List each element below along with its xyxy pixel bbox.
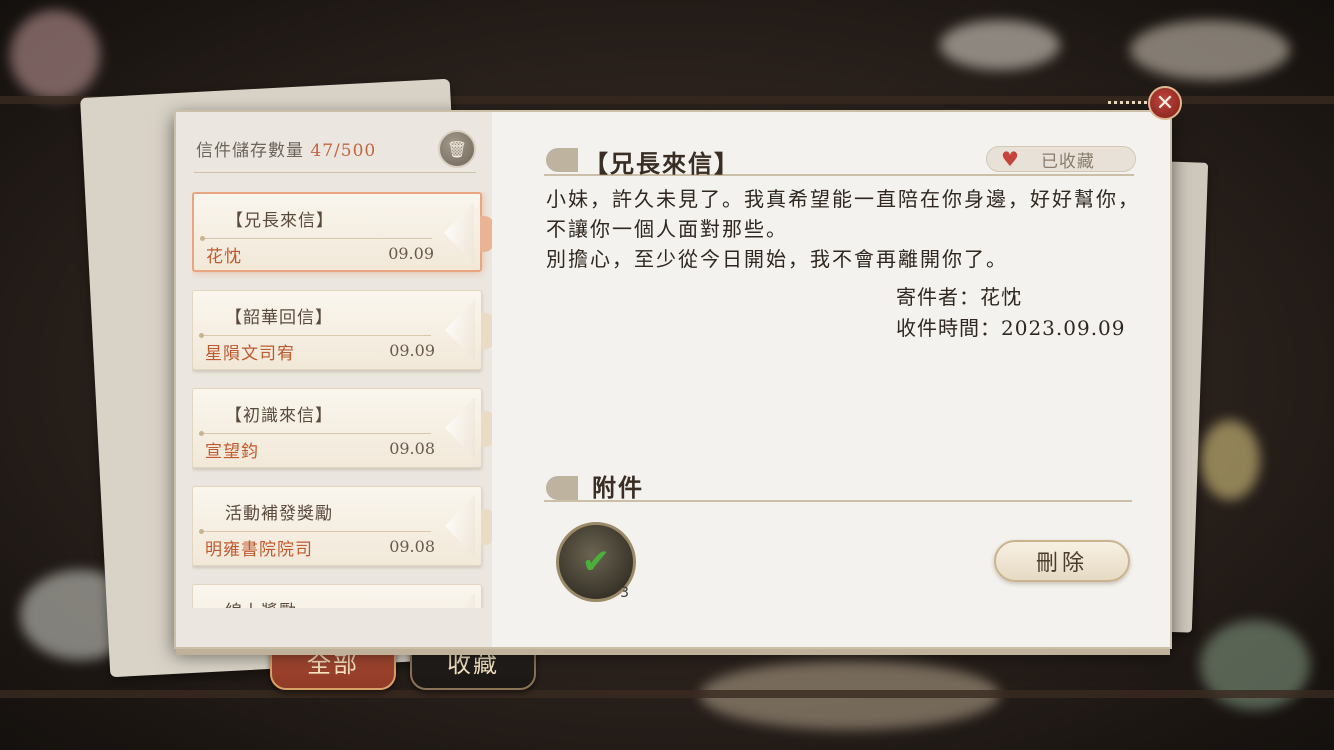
mail-date: 09.08 — [389, 439, 435, 458]
bg-decor — [1200, 420, 1260, 500]
bg-shelf — [0, 690, 1334, 698]
attachment-quantity: 3 — [620, 585, 629, 601]
mail-title: 【韶華回信】 — [225, 308, 333, 328]
delete-all-button[interactable]: 🗑 — [438, 130, 476, 168]
mail-list-column: 信件儲存數量 47/500 🗑 【兄長來信】 花忱 09.09 【韶華回信】 星… — [176, 112, 492, 647]
mail-item[interactable]: 【韶華回信】 星隕文司宥 09.09 — [192, 290, 492, 370]
bg-decor — [1130, 20, 1290, 80]
favorite-toggle[interactable]: ♥ 已收藏 — [986, 146, 1136, 172]
letter-body: 小妹，許久未見了。我真希望能一直陪在你身邊，好好幫你，不讓你一個人面對那些。 別… — [546, 184, 1146, 274]
letter-title: 【兄長來信】 — [584, 149, 740, 178]
mail-sender: 花忱 — [206, 247, 242, 267]
sender-line: 寄件者：花忱 — [896, 285, 1022, 309]
envelope-fold — [445, 299, 475, 361]
envelope-tab — [481, 411, 492, 447]
divider — [199, 431, 431, 436]
letter-content: 【兄長來信】 ♥ 已收藏 小妹，許久未見了。我真希望能一直陪在你身邊，好好幫你，… — [492, 112, 1170, 647]
bg-decor — [940, 20, 1060, 70]
divider — [194, 172, 476, 173]
letter-paragraph: 小妹，許久未見了。我真希望能一直陪在你身邊，好好幫你，不讓你一個人面對那些。 — [546, 187, 1140, 241]
mail-title: 【兄長來信】 — [226, 211, 334, 231]
mail-sender: 星隕文司宥 — [205, 344, 295, 364]
heart-icon: ♥ — [1001, 147, 1019, 171]
storage-value: 47/500 — [310, 141, 377, 161]
divider — [199, 529, 431, 534]
attachment-item[interactable]: ✔ 3 — [556, 522, 636, 602]
envelope-fold — [444, 202, 474, 264]
divider — [200, 236, 432, 241]
scroll-ornament — [546, 148, 578, 172]
trash-icon: 🗑 — [446, 139, 468, 159]
mail-sender: 宣望鈞 — [205, 442, 259, 462]
mail-date: 09.09 — [388, 244, 434, 263]
letter-signature: 寄件者：花忱 收件時間：2023.09.09 — [896, 282, 1126, 344]
received-time: 收件時間：2023.09.09 — [896, 316, 1126, 340]
mail-item[interactable]: 【兄長來信】 花忱 09.09 — [192, 192, 492, 272]
close-button[interactable]: ✕ — [1148, 86, 1182, 120]
mail-panel: 信件儲存數量 47/500 🗑 【兄長來信】 花忱 09.09 【韶華回信】 星… — [174, 110, 1172, 655]
favorite-label: 已收藏 — [1040, 151, 1095, 172]
scroll-ornament — [546, 476, 578, 500]
mail-list[interactable]: 【兄長來信】 花忱 09.09 【韶華回信】 星隕文司宥 09.09 【初識來信… — [192, 192, 492, 608]
mail-date: 09.08 — [389, 537, 435, 556]
mail-sender: 明雍書院院司 — [205, 540, 313, 560]
selected-marker — [480, 216, 492, 252]
mail-item[interactable]: 【初識來信】 宣望鈞 09.08 — [192, 388, 492, 468]
envelope-fold — [445, 397, 475, 459]
envelope-fold — [445, 495, 475, 557]
divider — [199, 333, 431, 338]
storage-count: 信件儲存數量 47/500 — [196, 136, 376, 161]
close-ornament — [1108, 101, 1148, 104]
bg-decor — [10, 10, 100, 100]
mail-title: 活動補發獎勵 — [225, 504, 333, 524]
check-icon: ✔ — [581, 542, 611, 582]
letter-paragraph: 別擔心，至少從今日開始，我不會再離開你了。 — [546, 247, 1008, 271]
envelope-tab — [481, 509, 492, 545]
mail-title: 線上獎勵 — [225, 597, 297, 608]
mail-date: 09.09 — [389, 341, 435, 360]
mail-item[interactable]: 活動補發獎勵 明雍書院院司 09.08 — [192, 486, 492, 566]
close-icon: ✕ — [1155, 90, 1175, 116]
envelope-tab — [481, 313, 492, 349]
mail-title: 【初識來信】 — [225, 406, 333, 426]
envelope-fold — [445, 593, 475, 608]
attachment-title: 附件 — [592, 473, 644, 502]
delete-button[interactable]: 刪除 — [994, 540, 1130, 582]
storage-label: 信件儲存數量 — [196, 141, 304, 161]
mail-item[interactable]: 線上獎勵 — [192, 584, 482, 608]
